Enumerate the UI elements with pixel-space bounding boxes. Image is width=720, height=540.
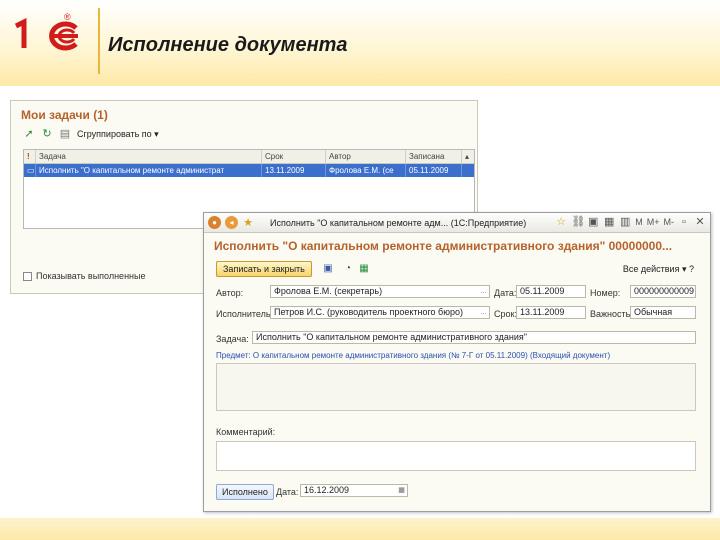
cell-created: 05.11.2009: [406, 164, 462, 177]
show-completed-checkbox[interactable]: [23, 271, 32, 281]
importance-label: Важность:: [590, 309, 633, 319]
task-row-icon: ▭: [24, 164, 36, 177]
author-field[interactable]: Фролова Е.М. (секретарь) …: [270, 285, 490, 298]
minimize-icon[interactable]: ▫: [678, 216, 690, 228]
page-title: Исполнение документа: [108, 34, 348, 56]
subject-content-area: [216, 363, 696, 411]
document-heading: Исполнить "О капитальном ремонте админис…: [214, 239, 673, 253]
term-field[interactable]: 13.11.2009: [516, 306, 586, 319]
done-date-value: 16.12.2009: [304, 485, 350, 495]
date-field[interactable]: 05.11.2009: [516, 285, 586, 298]
window-title: Исполнить "О капитальном ремонте адм... …: [270, 218, 527, 228]
select-button-icon[interactable]: …: [479, 287, 488, 296]
task-label: Задача:: [216, 334, 249, 344]
column-header-task[interactable]: Задача: [36, 150, 262, 163]
done-button[interactable]: Исполнено: [216, 484, 274, 500]
back-icon[interactable]: ◂: [225, 216, 238, 229]
executor-value: Петров И.С. (руководитель проектного бюр…: [274, 307, 463, 317]
save-icon[interactable]: ▣: [322, 263, 334, 275]
document-window: ● ◂ ★ Исполнить "О капитальном ремонте а…: [203, 212, 711, 512]
done-date-label: Дата:: [276, 487, 299, 497]
task-field[interactable]: Исполнить "О капитальном ремонте админис…: [252, 331, 696, 344]
select-button-icon[interactable]: …: [479, 308, 488, 317]
executor-label: Исполнитель:: [216, 309, 274, 319]
column-header-term[interactable]: Срок: [262, 150, 326, 163]
tasks-title: Мои задачи (1): [21, 108, 108, 122]
history-icon[interactable]: ◔: [342, 263, 354, 275]
slide-header: ® Исполнение документа: [0, 0, 720, 86]
save-and-close-button[interactable]: Записать и закрыть: [216, 261, 312, 277]
registered-mark: ®: [64, 12, 71, 22]
calendar-icon[interactable]: ▥: [619, 216, 631, 228]
app-menu-icon[interactable]: ●: [208, 216, 221, 229]
subject-link[interactable]: Предмет: О капитальном ремонте администр…: [216, 351, 610, 360]
execute-icon[interactable]: ➚: [23, 128, 35, 140]
executor-field[interactable]: Петров И.С. (руководитель проектного бюр…: [270, 306, 490, 319]
cell-author: Фролова Е.М. (се: [326, 164, 406, 177]
column-header-created[interactable]: Записана: [406, 150, 462, 163]
memory-plus-button[interactable]: M+: [647, 217, 660, 227]
close-icon[interactable]: ✕: [694, 216, 706, 228]
show-completed-label: Показывать выполненные: [36, 271, 146, 281]
document-toolbar: Записать и закрыть ▣ ◔ ▦ Все действия ▾ …: [214, 261, 702, 279]
slide: ® Исполнение документа Мои задачи (1) ➚ …: [0, 0, 720, 540]
comment-label: Комментарий:: [216, 427, 276, 437]
execute-task-icon[interactable]: ▦: [358, 263, 370, 275]
date-label: Дата:: [494, 288, 517, 298]
show-completed-toggle[interactable]: Показывать выполненные: [23, 271, 145, 281]
group-icon: ▤: [59, 128, 71, 140]
scrollbar[interactable]: [462, 164, 474, 177]
cell-task: Исполнить "О капитальном ремонте админис…: [36, 164, 262, 177]
table-row[interactable]: ▭ Исполнить "О капитальном ремонте админ…: [24, 164, 474, 177]
link-icon[interactable]: ⛓: [571, 216, 585, 228]
calendar-picker-icon[interactable]: ▦: [397, 486, 406, 495]
done-date-field[interactable]: 16.12.2009 ▦: [300, 484, 408, 497]
header-divider: [98, 8, 100, 74]
author-value: Фролова Е.М. (секретарь): [274, 286, 383, 296]
importance-field[interactable]: Обычная: [630, 306, 696, 319]
memory-button[interactable]: M: [635, 217, 643, 227]
table-header: ! Задача Срок Автор Записана ▴: [24, 150, 474, 164]
number-label: Номер:: [590, 288, 621, 298]
window-titlebar: ● ◂ ★ Исполнить "О капитальном ремонте а…: [204, 213, 710, 233]
comment-textarea[interactable]: [216, 441, 696, 471]
favorite-star-icon[interactable]: ★: [242, 217, 254, 229]
memory-minus-button[interactable]: M-: [664, 217, 675, 227]
1c-logo: [14, 18, 78, 51]
all-actions-menu[interactable]: Все действия ▾ ?: [623, 264, 694, 275]
refresh-icon[interactable]: ↻: [41, 128, 53, 140]
print-icon[interactable]: ▣: [587, 216, 599, 228]
column-header-importance[interactable]: !: [24, 150, 36, 163]
cell-term: 13.11.2009: [262, 164, 326, 177]
group-by-button[interactable]: Сгруппировать по ▾: [77, 129, 159, 140]
favorite-icon[interactable]: ☆: [555, 216, 567, 228]
author-label: Автор:: [216, 288, 244, 298]
term-label: Срок:: [494, 309, 517, 319]
footer-stripe: [0, 518, 720, 540]
number-field[interactable]: 000000000009: [630, 285, 696, 298]
calculator-icon[interactable]: ▦: [603, 216, 615, 228]
scroll-up-icon[interactable]: ▴: [462, 150, 474, 163]
tasks-toolbar: ➚ ↻ ▤ Сгруппировать по ▾: [23, 127, 159, 141]
column-header-author[interactable]: Автор: [326, 150, 406, 163]
